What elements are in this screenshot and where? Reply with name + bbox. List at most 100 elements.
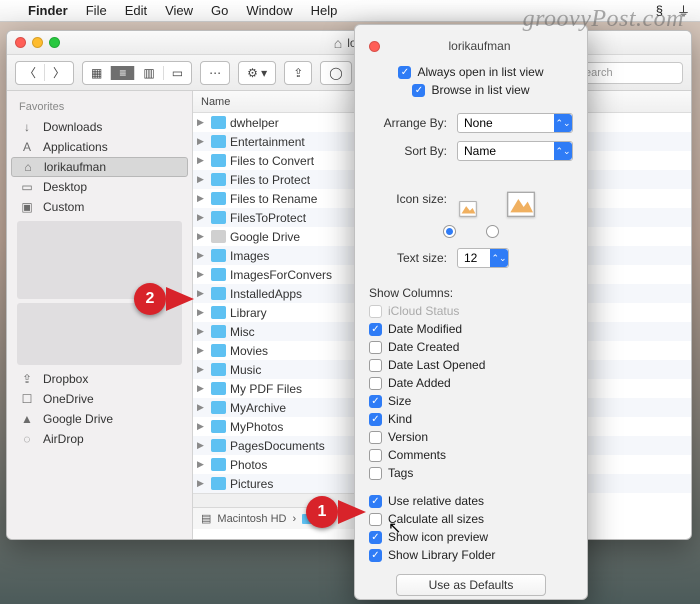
disclosure-icon[interactable]: ▶ [197, 250, 207, 261]
file-row[interactable]: ▶Entertainment [193, 132, 362, 151]
disclosure-icon[interactable]: ▶ [197, 459, 207, 470]
disclosure-icon[interactable]: ▶ [197, 174, 207, 185]
file-row[interactable]: ▶Movies [193, 341, 362, 360]
share-button[interactable]: ⇪ [284, 61, 312, 85]
minimize-button[interactable] [32, 37, 43, 48]
disclosure-icon[interactable]: ▶ [197, 402, 207, 413]
sidebar-item[interactable]: ▲Google Drive [7, 409, 192, 429]
file-row[interactable]: ▶Files to Convert [193, 151, 362, 170]
sidebar-item-label: Dropbox [43, 372, 88, 386]
menu-file[interactable]: File [86, 3, 107, 18]
sidebar-item[interactable]: AApplications [7, 137, 192, 157]
disclosure-icon[interactable]: ▶ [197, 364, 207, 375]
disclosure-icon[interactable]: ▶ [197, 288, 207, 299]
sidebar-item[interactable]: ◌AirDrop [7, 429, 192, 449]
folder-icon [211, 173, 226, 186]
file-row[interactable]: ▶MyPhotos [193, 417, 362, 436]
sidebar-item[interactable]: ☐OneDrive [7, 389, 192, 409]
icon-size-large-radio[interactable] [486, 225, 499, 238]
browse-checkbox[interactable]: ✓ [412, 84, 425, 97]
menu-window[interactable]: Window [246, 3, 292, 18]
menu-edit[interactable]: Edit [125, 3, 147, 18]
close-button[interactable] [15, 37, 26, 48]
menu-help[interactable]: Help [311, 3, 338, 18]
zoom-button[interactable] [49, 37, 60, 48]
icon-view-button[interactable]: ▦ [83, 66, 111, 80]
disclosure-icon[interactable]: ▶ [197, 307, 207, 318]
gallery-view-button[interactable]: ▭ [164, 66, 191, 80]
sidebar-item-icon: ▲ [19, 412, 35, 426]
sidebar-item-label: OneDrive [43, 392, 94, 406]
disclosure-icon[interactable]: ▶ [197, 269, 207, 280]
panel-close-button[interactable] [369, 41, 380, 52]
list-view-button[interactable]: ≡ [111, 66, 135, 80]
disclosure-icon[interactable]: ▶ [197, 193, 207, 204]
always-open-checkbox[interactable]: ✓ [398, 66, 411, 79]
file-row[interactable]: ▶PagesDocuments [193, 436, 362, 455]
sidebar-item[interactable]: ▣Custom [7, 197, 192, 217]
toolbar: 〈 〉 ▦ ≡ ▥ ▭ ⋯ ⚙︎ ▾ ⇪ ◯ 🔍 Search [7, 55, 691, 91]
sidebar-item[interactable]: ⌂lorikaufman [11, 157, 188, 177]
sidebar-item-label: AirDrop [43, 432, 84, 446]
column-checkbox[interactable] [369, 431, 382, 444]
disclosure-icon[interactable]: ▶ [197, 345, 207, 356]
column-view-button[interactable]: ▥ [135, 66, 163, 80]
use-as-defaults-button[interactable]: Use as Defaults [396, 574, 546, 596]
sidebar-item[interactable]: ▭Desktop [7, 177, 192, 197]
file-row[interactable]: ▶Google Drive [193, 227, 362, 246]
disclosure-icon[interactable]: ▶ [197, 136, 207, 147]
disclosure-icon[interactable]: ▶ [197, 421, 207, 432]
column-checkbox[interactable] [369, 359, 382, 372]
group-button[interactable]: ⋯ [200, 61, 230, 85]
column-checkbox[interactable] [369, 467, 382, 480]
disclosure-icon[interactable]: ▶ [197, 212, 207, 223]
column-checkbox[interactable]: ✓ [369, 413, 382, 426]
back-button[interactable]: 〈 [16, 64, 45, 81]
forward-button[interactable]: 〉 [45, 64, 73, 81]
tags-button[interactable]: ◯ [320, 61, 351, 85]
disclosure-icon[interactable]: ▶ [197, 440, 207, 451]
disclosure-icon[interactable]: ▶ [197, 478, 207, 489]
disclosure-icon[interactable]: ▶ [197, 155, 207, 166]
app-menu[interactable]: Finder [28, 3, 68, 18]
disclosure-icon[interactable]: ▶ [197, 117, 207, 128]
file-name: dwhelper [230, 116, 358, 130]
file-row[interactable]: ▶Misc [193, 322, 362, 341]
file-row[interactable]: ▶Files to Rename [193, 189, 362, 208]
browse-label: Browse in list view [431, 83, 529, 97]
column-checkbox[interactable]: ✓ [369, 323, 382, 336]
column-checkbox[interactable] [369, 449, 382, 462]
file-row[interactable]: ▶InstalledApps [193, 284, 362, 303]
column-header-name[interactable]: Name [193, 91, 362, 113]
file-row[interactable]: ▶ dwhelper [193, 113, 362, 132]
disclosure-icon[interactable]: ▶ [197, 326, 207, 337]
file-row[interactable]: ▶Photos [193, 455, 362, 474]
menu-view[interactable]: View [165, 3, 193, 18]
text-size-select[interactable]: 12⌃⌄ [457, 248, 509, 268]
file-row[interactable]: ▶FilesToProtect [193, 208, 362, 227]
column-checkbox[interactable]: ✓ [369, 395, 382, 408]
sidebar-item[interactable]: ↓Downloads [7, 117, 192, 137]
file-row[interactable]: ▶MyArchive [193, 398, 362, 417]
option-checkbox[interactable]: ✓ [369, 531, 382, 544]
column-checkbox[interactable] [369, 341, 382, 354]
file-row[interactable]: ▶Pictures [193, 474, 362, 493]
column-checkbox[interactable] [369, 377, 382, 390]
file-row[interactable]: ▶ImagesForConvers [193, 265, 362, 284]
action-button[interactable]: ⚙︎ ▾ [238, 61, 276, 85]
option-checkbox[interactable] [369, 513, 382, 526]
disclosure-icon[interactable]: ▶ [197, 383, 207, 394]
file-row[interactable]: ▶Music [193, 360, 362, 379]
file-row[interactable]: ▶Images [193, 246, 362, 265]
option-checkbox[interactable]: ✓ [369, 549, 382, 562]
icon-size-small-radio[interactable] [443, 225, 456, 238]
file-row[interactable]: ▶Library [193, 303, 362, 322]
menu-go[interactable]: Go [211, 3, 228, 18]
arrange-by-select[interactable]: None⌃⌄ [457, 113, 573, 133]
sidebar-item[interactable]: ⇪Dropbox [7, 369, 192, 389]
disclosure-icon[interactable]: ▶ [197, 231, 207, 242]
sort-by-select[interactable]: Name⌃⌄ [457, 141, 573, 161]
option-checkbox[interactable]: ✓ [369, 495, 382, 508]
file-row[interactable]: ▶My PDF Files [193, 379, 362, 398]
file-row[interactable]: ▶Files to Protect [193, 170, 362, 189]
